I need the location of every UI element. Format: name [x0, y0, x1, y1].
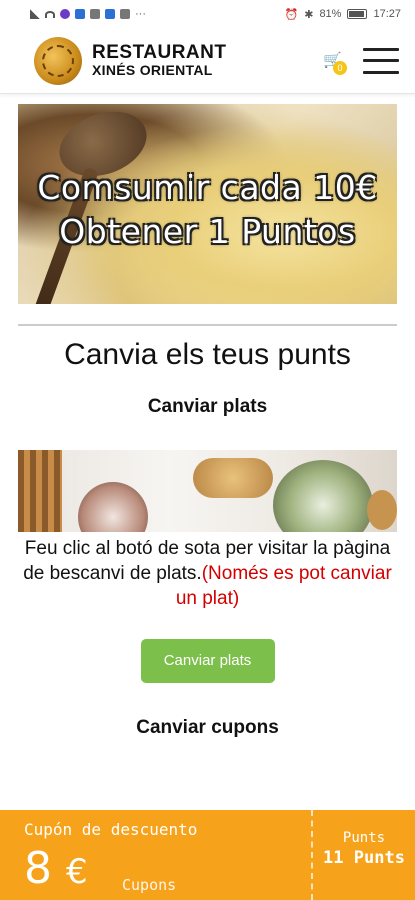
hero-line-1: Comsumir cada 10€ [37, 168, 378, 207]
status-icons-left: ··· [30, 8, 146, 20]
coupon-title: Cupón de descuento [24, 820, 198, 839]
app-notification-icon [60, 9, 70, 19]
brand-subname: XINÉS ORIENTAL [92, 62, 213, 79]
coupon-points: Punts 11 Punts [311, 810, 415, 900]
coupon-main: Cupón de descuento 8 € Cupons [0, 810, 311, 900]
dishes-banner-image [18, 450, 397, 532]
divider [18, 324, 397, 326]
app-icon [105, 9, 115, 19]
coupon-subtitle: Cupons [122, 876, 177, 894]
dumplings-plate-image [273, 460, 373, 532]
hero-line-2: Obtener 1 Puntos [59, 212, 356, 251]
coupon-points-label: Punts [342, 830, 386, 846]
info-text: Feu clic al botó de sota per visitar la … [0, 532, 415, 611]
brand-text: RESTAURANT XINÉS ORIENTAL [92, 43, 226, 78]
hamburger-line [363, 70, 399, 74]
battery-percent: 81% [319, 8, 342, 20]
coupon-currency: € [66, 852, 88, 892]
app-header: RESTAURANT XINÉS ORIENTAL 🛒 0 [0, 28, 415, 94]
status-bar: ··· ⏰ ✱ 81% 17:27 [0, 0, 415, 28]
coupons-section-title: Canviar cupons [136, 717, 279, 738]
cart-button[interactable]: 🛒 0 [323, 52, 347, 75]
status-icons-right: ⏰ ✱ 81% 17:27 [285, 8, 401, 21]
dumplings-image [193, 458, 273, 498]
coupon-points-value: 11 Punts [323, 848, 405, 868]
hero-text: Comsumir cada 10€ Obtener 1 Puntos [18, 166, 397, 254]
wifi-icon [45, 10, 55, 18]
more-notifications: ··· [135, 8, 146, 20]
battery-icon [347, 9, 368, 19]
hamburger-line [363, 47, 399, 51]
cart-count-badge: 0 [333, 60, 347, 75]
shield-icon [75, 9, 85, 19]
dishes-section-title: Canviar plats [147, 396, 268, 417]
food-image [367, 490, 397, 530]
menu-button[interactable] [363, 47, 399, 74]
signal-icon [30, 9, 40, 19]
brand[interactable]: RESTAURANT XINÉS ORIENTAL [34, 36, 226, 85]
header-actions: 🛒 0 [323, 47, 399, 75]
clock: 17:27 [373, 8, 401, 20]
restaurant-logo [34, 36, 82, 85]
alarm-icon: ⏰ [284, 8, 299, 21]
bluetooth-icon: ✱ [304, 8, 314, 21]
user-icon [90, 9, 100, 19]
hamburger-line [363, 59, 399, 62]
sim-icon [120, 9, 130, 19]
coupon-value: 8 [24, 843, 52, 894]
page-title: Canvia els teus punts [64, 338, 351, 371]
coupon-card[interactable]: Cupón de descuento 8 € Cupons Punts 11 Pu… [0, 810, 415, 900]
button-wrapper: Canviar plats [0, 639, 415, 683]
dish-bowl-image [78, 482, 148, 532]
skewers-image [18, 450, 62, 532]
hero-banner: Comsumir cada 10€ Obtener 1 Puntos [18, 104, 397, 304]
change-dishes-button[interactable]: Canviar plats [140, 639, 275, 683]
info-warning: (Només es pot canviar un plat) [175, 563, 392, 609]
brand-name: RESTAURANT [92, 42, 227, 64]
